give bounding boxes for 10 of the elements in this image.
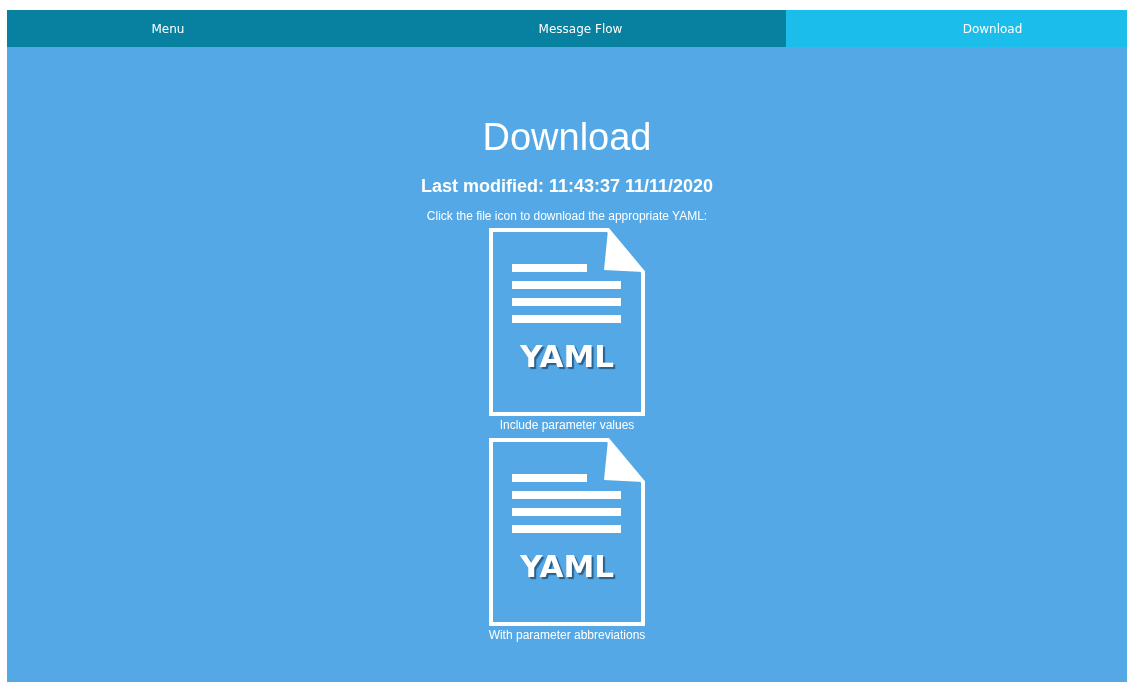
- file-caption: Include parameter values: [499, 418, 635, 432]
- yaml-file-button[interactable]: YAML: [489, 438, 645, 626]
- last-modified: Last modified: 11:43:37 11/11/2020: [420, 175, 714, 197]
- yaml-file-button[interactable]: YAML: [489, 228, 645, 416]
- document-icon: [489, 438, 645, 626]
- document-icon: [489, 228, 645, 416]
- file-caption: With parameter abbreviations: [488, 628, 646, 642]
- nav-tab[interactable]: Download: [786, 10, 1127, 47]
- page-title: Download: [482, 115, 652, 159]
- instruction-text: Click the file icon to download the appropriate YAML:: [426, 209, 708, 223]
